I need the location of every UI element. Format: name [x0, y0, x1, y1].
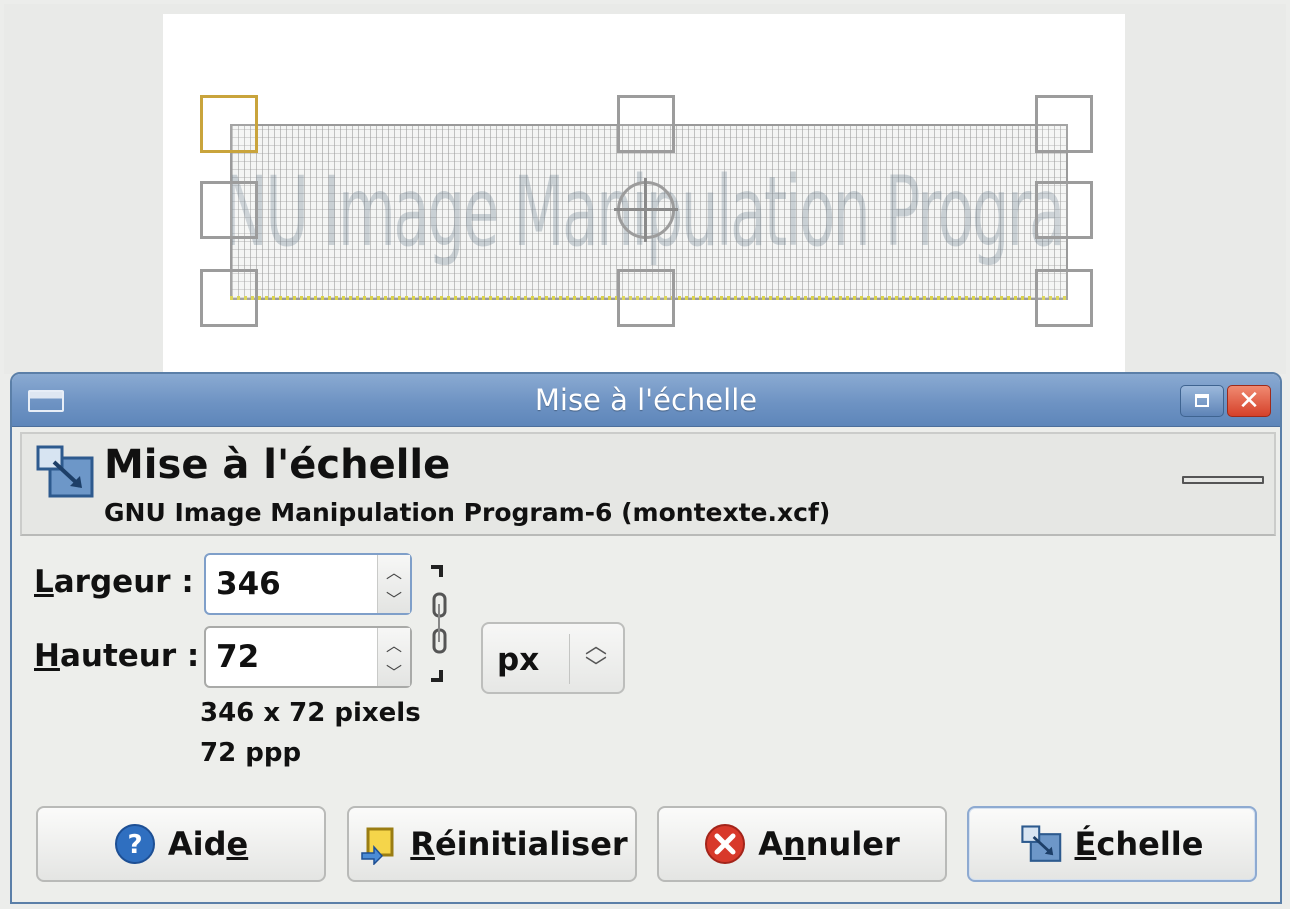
chain-bracket-bottom: [431, 670, 443, 682]
dialog-header: Mise à l'échelle GNU Image Manipulation …: [20, 432, 1276, 536]
scale-label-mnemonic: É: [1074, 825, 1097, 863]
cancel-label-text-start: A: [758, 825, 783, 863]
width-label: Largeur :: [34, 564, 194, 600]
decrement-icon[interactable]: ﹀: [378, 586, 410, 610]
close-icon: ✕: [1238, 386, 1260, 416]
dialog-title: Mise à l'échelle: [104, 442, 451, 488]
scale-handle-bottom-left[interactable]: [200, 269, 258, 327]
reset-label: Réinitialiser: [410, 825, 627, 863]
cancel-button[interactable]: Annuler: [657, 806, 947, 882]
unit-separator: [569, 634, 570, 684]
resolution-info: 72 ppp: [200, 738, 302, 768]
scale-handle-left[interactable]: [200, 181, 258, 239]
height-label-mnemonic: H: [34, 638, 60, 674]
width-input[interactable]: 346: [216, 566, 281, 602]
dock-handle[interactable]: [1182, 476, 1264, 484]
maximize-button[interactable]: [1180, 385, 1224, 417]
increment-icon[interactable]: ︿: [378, 559, 410, 583]
help-label-text: Aid: [167, 825, 227, 863]
scale-handle-top-left[interactable]: [200, 95, 258, 153]
reset-button[interactable]: Réinitialiser: [347, 806, 637, 882]
maximize-icon: [1195, 394, 1209, 407]
scale-label: Échelle: [1075, 825, 1204, 863]
scale-handle-right[interactable]: [1035, 181, 1093, 239]
unit-selector[interactable]: px ︿ ﹀: [481, 622, 625, 694]
scale-handle-bottom[interactable]: [617, 269, 675, 327]
reset-label-mnemonic: R: [410, 825, 435, 863]
unit-value: px: [497, 642, 540, 678]
scale-tool-icon: [36, 445, 94, 498]
reset-icon: [361, 827, 394, 865]
height-input[interactable]: 72: [216, 639, 259, 675]
help-icon: ?: [114, 824, 155, 864]
dialog-subtitle: GNU Image Manipulation Program-6 (montex…: [104, 498, 831, 527]
cancel-label-mnemonic: n: [782, 825, 806, 863]
close-button[interactable]: ✕: [1227, 385, 1271, 417]
scale-tool-icon: [1020, 825, 1061, 862]
size-info: 346 x 72 pixels: [200, 698, 421, 728]
dialog-titlebar[interactable]: Mise à l'échelle ✕: [12, 374, 1280, 427]
chain-bracket-top: [431, 565, 443, 577]
decrement-icon[interactable]: ﹀: [378, 659, 410, 683]
width-label-text: argeur :: [53, 564, 194, 600]
scale-handle-top-right[interactable]: [1035, 95, 1093, 153]
reset-label-text: éinitialiser: [434, 825, 628, 863]
chevron-updown-icon: ︿ ﹀: [584, 634, 607, 681]
window-title: Mise à l'échelle: [534, 383, 758, 417]
cancel-icon: [705, 824, 746, 864]
height-spinbox[interactable]: 72 ︿ ﹀: [204, 626, 412, 688]
move-center-handle[interactable]: [614, 178, 678, 242]
increment-icon[interactable]: ︿: [378, 632, 410, 656]
width-stepper[interactable]: ︿ ﹀: [377, 555, 410, 613]
svg-text:?: ?: [127, 830, 142, 860]
width-spinbox[interactable]: 346 ︿ ﹀: [204, 553, 412, 615]
width-label-mnemonic: L: [34, 564, 54, 600]
height-label-text: auteur :: [59, 638, 200, 674]
scale-label-text: chelle: [1096, 825, 1204, 863]
scale-handle-top[interactable]: [617, 95, 675, 153]
height-stepper[interactable]: ︿ ﹀: [377, 628, 410, 686]
scale-button[interactable]: Échelle: [967, 806, 1257, 882]
height-label: Hauteur :: [34, 638, 199, 674]
chain-link-icon[interactable]: [429, 590, 451, 660]
help-label: Aide: [168, 825, 248, 863]
cancel-label-text-end: nuler: [805, 825, 900, 863]
cancel-label: Annuler: [758, 825, 900, 863]
help-button[interactable]: ? Aide: [36, 806, 326, 882]
help-label-mnemonic: e: [226, 825, 249, 863]
scale-handle-bottom-right[interactable]: [1035, 269, 1093, 327]
